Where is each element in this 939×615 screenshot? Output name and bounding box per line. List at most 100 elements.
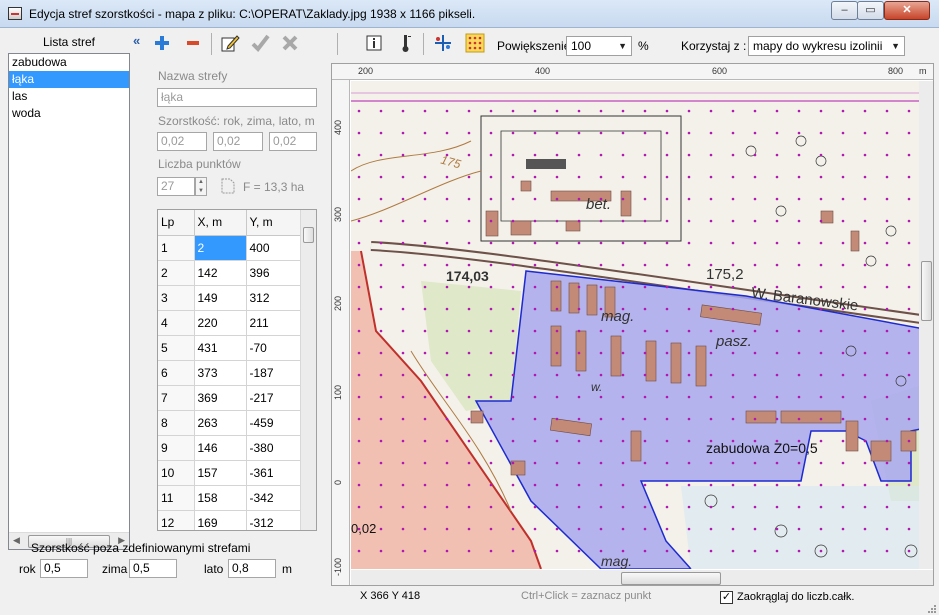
round-checkbox-label[interactable]: Zaokrąglaj do liczb.całk.	[737, 591, 854, 603]
info-icon[interactable]	[364, 33, 384, 53]
table-row[interactable]: 4 220 211	[158, 310, 303, 336]
zone-item[interactable]: zabudowa	[9, 54, 129, 71]
grid-point	[841, 461, 845, 465]
grid-point	[599, 241, 603, 245]
grid-point	[863, 395, 867, 399]
table-row[interactable]: 2 142 396	[158, 260, 303, 286]
table-row[interactable]: 9 146 -380	[158, 435, 303, 461]
cell-y[interactable]: -342	[246, 485, 303, 511]
points-count-stepper[interactable]: ▲ ▼	[195, 177, 207, 196]
grid-point	[621, 505, 625, 509]
cell-x[interactable]: 146	[194, 435, 247, 461]
cell-y[interactable]: -70	[246, 335, 303, 361]
grid-point	[819, 153, 823, 157]
round-checkbox[interactable]: ✓	[720, 591, 733, 604]
table-row[interactable]: 12 169 -312	[158, 510, 303, 530]
collapse-panel-button[interactable]: «	[133, 33, 140, 48]
grid-point	[863, 461, 867, 465]
cell-y[interactable]: -380	[246, 435, 303, 461]
cell-x[interactable]: 142	[194, 260, 247, 286]
thermometer-icon[interactable]	[396, 33, 416, 53]
points-table[interactable]: Lp X, m Y, m 1 2 400 2 142 396 3 149 312 4 220 2…	[157, 209, 317, 531]
grid-point	[863, 439, 867, 443]
table-row[interactable]: 11 158 -342	[158, 485, 303, 511]
grid-point	[621, 263, 625, 267]
roughness-winter-field[interactable]: 0,02	[213, 132, 263, 151]
grid-point	[379, 263, 383, 267]
zone-list[interactable]: zabudowa łąka las woda ◀ ||| ▶	[8, 53, 130, 550]
cell-x[interactable]: 158	[194, 485, 247, 511]
table-row[interactable]: 1 2 400	[158, 235, 303, 261]
table-row[interactable]: 5 431 -70	[158, 335, 303, 361]
points-count-field[interactable]: 27	[157, 177, 195, 196]
table-row[interactable]: 3 149 312	[158, 285, 303, 311]
zoom-select[interactable]: 100 ▼	[566, 36, 632, 56]
cell-x[interactable]: 263	[194, 410, 247, 436]
close-button[interactable]: ✕	[884, 1, 930, 20]
cell-y[interactable]: 396	[246, 260, 303, 286]
grid-point	[665, 505, 669, 509]
cell-x[interactable]: 149	[194, 285, 247, 311]
roughness-year-field[interactable]: 0,02	[157, 132, 207, 151]
grid-point	[467, 153, 471, 157]
move-points-icon[interactable]	[433, 33, 453, 53]
cell-y[interactable]: -217	[246, 385, 303, 411]
zone-item-selected[interactable]: łąka	[9, 71, 129, 88]
cell-y[interactable]: -459	[246, 410, 303, 436]
table-row[interactable]: 6 373 -187	[158, 360, 303, 386]
table-scrollbar[interactable]	[300, 210, 316, 530]
chevron-down-icon[interactable]: ▼	[196, 187, 206, 196]
grid-point	[775, 527, 779, 531]
cell-x[interactable]: 2	[194, 235, 247, 261]
minimize-button[interactable]: –	[831, 1, 858, 20]
edit-icon[interactable]	[220, 33, 240, 53]
grid-point	[907, 219, 911, 223]
add-icon[interactable]	[152, 33, 172, 53]
map-horizontal-scrollbar[interactable]	[351, 570, 933, 585]
chevron-up-icon[interactable]: ▲	[196, 178, 206, 187]
cell-x[interactable]: 373	[194, 360, 247, 386]
cell-x[interactable]: 169	[194, 510, 247, 530]
map-source-select[interactable]: mapy do wykresu izolinii ▼	[748, 36, 905, 56]
table-row[interactable]: 8 263 -459	[158, 410, 303, 436]
cell-y[interactable]: -187	[246, 360, 303, 386]
maximize-button[interactable]: ▭	[857, 1, 884, 20]
cell-x[interactable]: 369	[194, 385, 247, 411]
grid-point	[445, 505, 449, 509]
map-canvas[interactable]: 174,03 175,2 W. Baranowskie mag. pasz. b…	[351, 81, 933, 569]
grid-point	[797, 549, 801, 553]
cell-x[interactable]: 431	[194, 335, 247, 361]
zone-name-field[interactable]: łąka	[157, 88, 317, 107]
accept-icon[interactable]	[250, 33, 270, 53]
grid-points-icon[interactable]	[465, 33, 485, 53]
zima-field[interactable]: 0,5	[129, 559, 177, 578]
map-vertical-scrollbar[interactable]	[919, 81, 933, 569]
grid-point	[379, 329, 383, 333]
remove-icon[interactable]	[183, 33, 203, 53]
cell-y[interactable]: -312	[246, 510, 303, 530]
zone-item[interactable]: las	[9, 88, 129, 105]
cell-y[interactable]: 211	[246, 310, 303, 336]
scroll-thumb[interactable]	[621, 572, 721, 585]
grid-point	[885, 417, 889, 421]
cell-y[interactable]: 400	[246, 235, 303, 261]
rok-field[interactable]: 0,5	[40, 559, 88, 578]
table-row[interactable]: 10 157 -361	[158, 460, 303, 486]
grid-point	[863, 241, 867, 245]
cell-y[interactable]: -361	[246, 460, 303, 486]
resize-grip-icon[interactable]	[927, 603, 937, 613]
table-row[interactable]: 7 369 -217	[158, 385, 303, 411]
map-view[interactable]: 200 400 600 800 m 400 300 200 100 0 -100	[331, 63, 934, 586]
zone-item[interactable]: woda	[9, 105, 129, 122]
grid-point	[379, 307, 383, 311]
cancel-icon[interactable]	[280, 33, 300, 53]
cell-x[interactable]: 157	[194, 460, 247, 486]
grid-point	[731, 505, 735, 509]
grid-point	[533, 109, 537, 113]
cell-y[interactable]: 312	[246, 285, 303, 311]
lato-field[interactable]: 0,8	[228, 559, 276, 578]
scroll-thumb[interactable]	[921, 261, 932, 321]
scroll-thumb[interactable]	[303, 227, 314, 243]
roughness-summer-field[interactable]: 0,02	[269, 132, 317, 151]
cell-x[interactable]: 220	[194, 310, 247, 336]
